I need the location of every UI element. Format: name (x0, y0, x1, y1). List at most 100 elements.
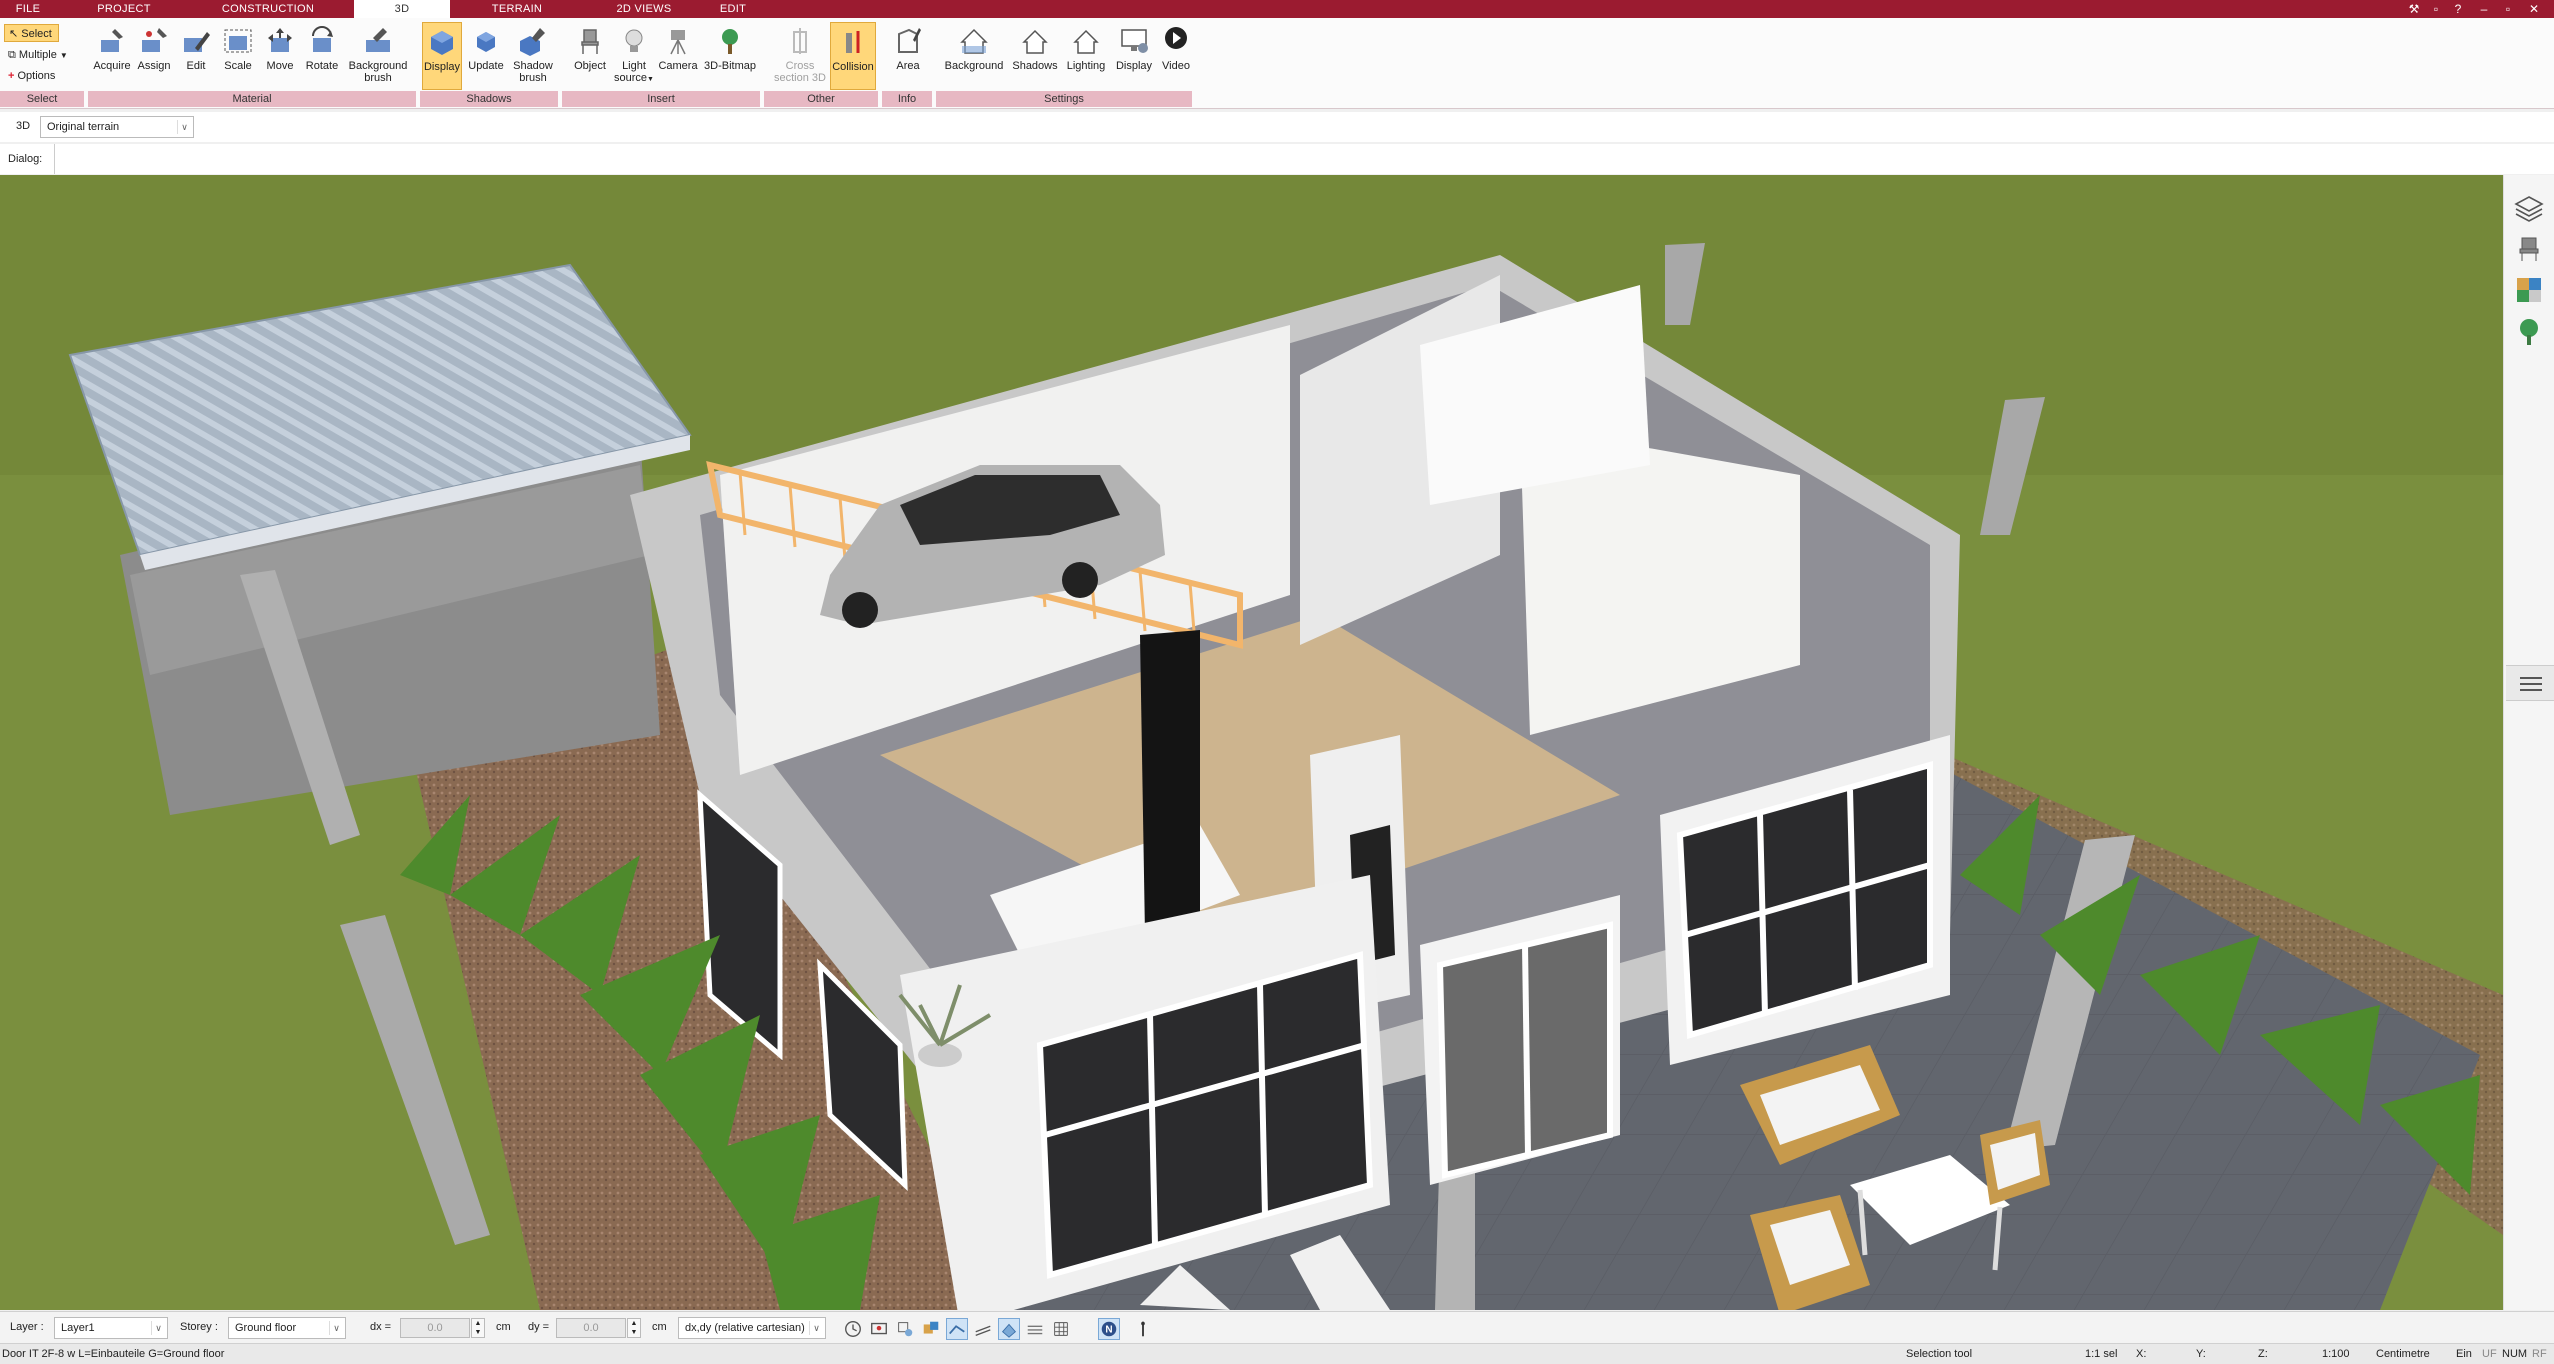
edit-material-button[interactable]: Edit (176, 22, 216, 90)
shadows-settings-button[interactable]: Shadows (1010, 22, 1060, 90)
lighting-house-icon (1073, 29, 1099, 54)
shadow-display-button[interactable]: Display (422, 22, 462, 90)
dx-unit: cm (496, 1321, 511, 1333)
clock-icon[interactable] (842, 1318, 864, 1340)
insert-group-label: Insert (562, 91, 760, 107)
collision-icon (846, 31, 860, 53)
rf-indicator: RF (2532, 1348, 2547, 1360)
grid-icon[interactable] (1050, 1318, 1072, 1340)
door (1436, 921, 1613, 1179)
chevron-down-icon: ∨ (329, 1321, 343, 1335)
select-group: ↖ Select ⧉ Multiple ▼ + Options Select (0, 18, 86, 109)
settings-group: Background Shadows Lighting Display Vide… (936, 18, 1194, 109)
dx-label: dx = (370, 1321, 392, 1333)
object-snap-icon[interactable] (920, 1318, 942, 1340)
dy-label: dy = (528, 1321, 550, 1333)
screen-capture-icon[interactable] (868, 1318, 890, 1340)
dy-input[interactable]: 0.0 (556, 1318, 626, 1338)
pin-icon[interactable] (1132, 1318, 1154, 1340)
close-icon[interactable]: ✕ (2526, 1, 2542, 17)
tab-file[interactable]: FILE (0, 0, 56, 18)
3d-viewport[interactable] (0, 175, 2503, 1310)
cross-section-3d-button[interactable]: Cross section 3D (772, 22, 828, 90)
acquire-button[interactable]: Acquire (92, 22, 132, 90)
dy-stepper[interactable]: ▲ ▼ (627, 1318, 641, 1338)
layers-icon[interactable] (2514, 193, 2544, 223)
multiple-select-icon: ⧉ (8, 49, 16, 61)
layer-visibility-icon[interactable] (1024, 1318, 1046, 1340)
status-bar: Door IT 2F-8 w L=Einbauteile G=Ground fl… (0, 1343, 2554, 1364)
divider (54, 144, 55, 174)
terrain-select[interactable]: Original terrain ∨ (40, 116, 194, 138)
background-brush-button[interactable]: Background brush (344, 22, 412, 90)
options-button[interactable]: + Options (4, 67, 61, 85)
grid-snap-icon[interactable] (998, 1318, 1020, 1340)
other-group: Cross section 3D Collision Other (764, 18, 880, 109)
tools-icon[interactable]: ⚒ (2406, 1, 2422, 17)
coordinate-mode-select[interactable]: dx,dy (relative cartesian) ∨ (678, 1317, 826, 1339)
help-icon[interactable]: ? (2450, 1, 2466, 17)
settings-group-label: Settings (936, 91, 1192, 107)
minimize-ribbon-icon[interactable]: ▫ (2428, 1, 2444, 17)
rotate-button[interactable]: Rotate (302, 22, 342, 90)
plants-catalog-icon[interactable] (2514, 317, 2544, 347)
lighting-settings-button[interactable]: Lighting (1062, 22, 1110, 90)
background-settings-button[interactable]: Background (940, 22, 1008, 90)
view-selector-row: 3D Original terrain ∨ (0, 112, 2554, 142)
layer-label: Layer : (10, 1321, 44, 1333)
collision-button[interactable]: Collision (830, 22, 876, 90)
insert-object-button[interactable]: Object (568, 22, 612, 90)
tab-2d-views[interactable]: 2D VIEWS (586, 0, 702, 18)
north-arrow-icon[interactable]: N (1098, 1318, 1120, 1340)
camera-button[interactable]: Camera (656, 22, 700, 90)
uf-indicator: UF (2482, 1348, 2497, 1360)
info-group: Area Info (882, 18, 934, 109)
plus-icon: + (8, 70, 15, 82)
selection-count: 1:1 sel (2085, 1348, 2118, 1360)
sidebar-panel-handle[interactable] (2506, 665, 2554, 701)
assign-button[interactable]: Assign (134, 22, 174, 90)
play-video-icon (1165, 27, 1187, 49)
layer-select[interactable]: Layer1 ∨ (54, 1317, 168, 1339)
tab-project[interactable]: PROJECT (66, 0, 182, 18)
rotate-icon (312, 26, 333, 52)
carport (68, 263, 692, 815)
video-button[interactable]: Video (1158, 22, 1194, 90)
guide-lines-icon[interactable] (972, 1318, 994, 1340)
scale-button[interactable]: Scale (218, 22, 258, 90)
multiple-button[interactable]: ⧉ Multiple ▼ (4, 46, 74, 64)
status-info-text: Door IT 2F-8 w L=Einbauteile G=Ground fl… (2, 1348, 225, 1360)
tab-terrain[interactable]: TERRAIN (454, 0, 580, 18)
select-group-label: Select (0, 91, 84, 107)
shadow-update-button[interactable]: Update (464, 22, 508, 90)
background-house-icon (960, 28, 988, 54)
storey-select[interactable]: Ground floor ∨ (228, 1317, 346, 1339)
chevron-down-icon: ∨ (177, 120, 191, 134)
move-button[interactable]: Move (260, 22, 300, 90)
select-button[interactable]: ↖ Select (4, 24, 59, 42)
dialog-label: Dialog: (8, 153, 43, 165)
x-coordinate-label: X: (2136, 1348, 2147, 1360)
menu-tab-bar: FILE PROJECT CONSTRUCTION 3D TERRAIN 2D … (0, 0, 2554, 18)
maximize-icon[interactable]: ▫ (2500, 1, 2516, 17)
minimize-icon[interactable]: – (2476, 1, 2492, 17)
chevron-down-icon: ∨ (151, 1321, 165, 1335)
shadow-brush-button[interactable]: Shadow brush (510, 22, 556, 90)
dx-input[interactable]: 0.0 (400, 1318, 470, 1338)
materials-catalog-icon[interactable] (2514, 275, 2544, 305)
insert-group: Object Light source▼ Camera 3D-Bitmap In… (562, 18, 762, 109)
area-button[interactable]: Area (886, 22, 930, 90)
shadows-group: Display Update Shadow brush Shadows (420, 18, 560, 109)
tab-3d[interactable]: 3D (354, 0, 450, 18)
y-coordinate-label: Y: (2196, 1348, 2206, 1360)
tab-construction[interactable]: CONSTRUCTION (186, 0, 350, 18)
light-source-button[interactable]: Light source▼ (614, 22, 654, 90)
tab-edit[interactable]: EDIT (706, 0, 760, 18)
current-tool-text: Selection tool (1906, 1348, 1973, 1360)
line-snap-icon[interactable] (946, 1318, 968, 1340)
furniture-catalog-icon[interactable] (2514, 233, 2544, 263)
display-settings-button[interactable]: Display (1112, 22, 1156, 90)
3d-bitmap-button[interactable]: 3D-Bitmap (702, 22, 758, 90)
dx-stepper[interactable]: ▲ ▼ (471, 1318, 485, 1338)
snap-settings-icon[interactable] (894, 1318, 916, 1340)
